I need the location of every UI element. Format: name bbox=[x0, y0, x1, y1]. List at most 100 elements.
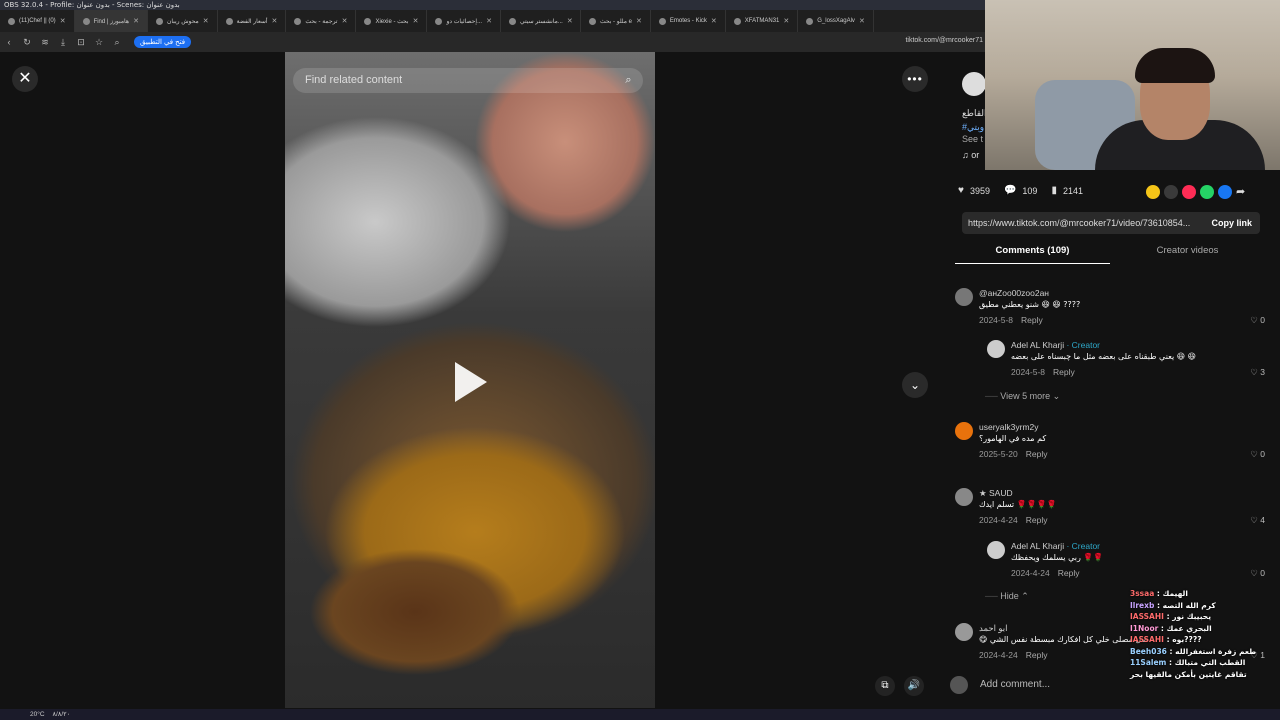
play-icon[interactable] bbox=[455, 362, 487, 402]
tab-close-icon[interactable]: ✕ bbox=[567, 17, 573, 25]
commenter-name[interactable]: @aнZoo00zoo2aн bbox=[979, 288, 1049, 298]
star-icon[interactable]: ☆ bbox=[90, 37, 108, 48]
reply-button[interactable]: Reply bbox=[1053, 367, 1075, 377]
browser-tab[interactable]: Find | هامبورز ✕ bbox=[74, 10, 148, 32]
post-link-field[interactable]: https://www.tiktok.com/@mrcooker71/video… bbox=[962, 212, 1260, 234]
comment-like[interactable]: ♡ 0 bbox=[1250, 568, 1265, 579]
extension-icon[interactable]: ⊡ bbox=[72, 37, 90, 48]
tab-close-icon[interactable]: ✕ bbox=[203, 17, 209, 25]
music-label[interactable]: ♫ or bbox=[962, 150, 979, 160]
commenter-avatar[interactable] bbox=[987, 340, 1005, 358]
share-arrow-icon[interactable]: ➦ bbox=[1236, 185, 1250, 199]
back-icon[interactable]: ‹ bbox=[0, 37, 18, 47]
tab-close-icon[interactable]: ✕ bbox=[133, 17, 139, 25]
comment-like-count: 0 bbox=[1260, 315, 1265, 325]
volume-icon[interactable]: 🔊 bbox=[904, 676, 924, 696]
reload-icon[interactable]: ↻ bbox=[18, 37, 36, 48]
hide-replies-button[interactable]: ── Hide ⌃ bbox=[985, 591, 1029, 602]
browser-tab[interactable]: أسعار الفضة ✕ bbox=[218, 10, 287, 32]
browser-tab[interactable]: محوش ريبان ✕ bbox=[148, 10, 218, 32]
commenter-name[interactable]: useryalk3yrm2y bbox=[979, 422, 1039, 432]
hashtag-link[interactable]: #وبتي bbox=[962, 122, 984, 133]
address-bar: ‹ ↻ ≋ ⤓ ⊡ ☆ ⌕ فتح في التطبيق tiktok.com/… bbox=[0, 32, 985, 52]
add-comment-input[interactable]: Add comment... bbox=[950, 672, 1140, 698]
chat-text: : كرم الله التصه bbox=[1156, 600, 1216, 610]
commenter-avatar[interactable] bbox=[987, 541, 1005, 559]
commenter-avatar[interactable] bbox=[955, 422, 973, 440]
comment-item: useryalk3yrm2y كم مده في الهامور؟ 2025-5-… bbox=[955, 422, 1265, 462]
tab-close-icon[interactable]: ✕ bbox=[711, 17, 717, 25]
comment-like[interactable]: ♡ 0 bbox=[1250, 449, 1265, 460]
chevron-down-icon[interactable]: ⌄ bbox=[902, 372, 928, 398]
embed-icon[interactable] bbox=[1164, 185, 1178, 199]
open-in-app-button[interactable]: فتح في التطبيق bbox=[134, 36, 192, 48]
browser-tab[interactable]: (11)Chef || (0) ✕ bbox=[0, 10, 75, 32]
more-icon[interactable]: ••• bbox=[902, 66, 928, 92]
browser-tab[interactable]: Xiexie - بحث ✕ bbox=[356, 10, 428, 32]
browser-tab[interactable]: إحصائيات دو... ✕ bbox=[427, 10, 501, 32]
pip-icon[interactable]: ⧉ bbox=[875, 676, 895, 696]
tab-label: Xiexie - بحث bbox=[375, 18, 409, 25]
see-translation-link[interactable]: See t bbox=[962, 134, 983, 144]
reply-button[interactable]: Reply bbox=[1058, 568, 1080, 578]
tab-creator-videos[interactable]: Creator videos bbox=[1110, 242, 1265, 264]
chat-username: 3ssaa bbox=[1130, 589, 1155, 598]
commenter-avatar[interactable] bbox=[955, 623, 973, 641]
send-icon[interactable] bbox=[1182, 185, 1196, 199]
download-icon[interactable]: ⤓ bbox=[54, 37, 72, 48]
tab-label: Emotes - Kick bbox=[669, 18, 707, 24]
tab-label: مانشستر سيتي... bbox=[519, 18, 563, 25]
comment-like-count: 0 bbox=[1260, 449, 1265, 459]
comment-icon[interactable]: 💬 bbox=[1004, 185, 1016, 196]
add-comment-placeholder: Add comment... bbox=[980, 679, 1051, 690]
copy-link-button[interactable]: Copy link bbox=[1211, 212, 1252, 234]
tab-favicon-icon bbox=[225, 17, 233, 25]
view-more-replies-button[interactable]: ── View 5 more ⌄ bbox=[985, 391, 1060, 402]
comment-like[interactable]: ♡ 4 bbox=[1250, 515, 1265, 526]
commenter-name[interactable]: ابو احمد bbox=[979, 623, 1007, 634]
browser-tab[interactable]: Emotes - Kick ✕ bbox=[651, 10, 726, 32]
close-icon[interactable]: ✕ bbox=[12, 66, 38, 92]
commenter-name[interactable]: Adel AL Kharji · Creator bbox=[1011, 340, 1100, 350]
browser-tab[interactable]: XFATMAN31 ✕ bbox=[726, 10, 799, 32]
search-icon[interactable]: ⌕ bbox=[620, 72, 637, 89]
comment-item: Adel AL Kharji · Creator ربي يسلمك ويحفظك… bbox=[987, 541, 1265, 581]
heart-icon[interactable]: ♥ bbox=[958, 185, 964, 196]
tab-comments[interactable]: Comments (109) bbox=[955, 242, 1110, 264]
browser-tab[interactable]: مللو - بحث e ✕ bbox=[581, 10, 651, 32]
comment-like[interactable]: ♡ 3 bbox=[1250, 367, 1265, 378]
zoom-icon[interactable]: ⌕ bbox=[108, 37, 126, 48]
browser-tab[interactable]: مانشستر سيتي... ✕ bbox=[501, 10, 581, 32]
settings-icon[interactable]: ≋ bbox=[36, 37, 54, 48]
creator-avatar[interactable] bbox=[962, 72, 985, 96]
comment-like[interactable]: ♡ 0 bbox=[1250, 315, 1265, 326]
tab-favicon-icon bbox=[82, 17, 90, 25]
reply-button[interactable]: Reply bbox=[1026, 515, 1048, 525]
whatsapp-icon[interactable] bbox=[1200, 185, 1214, 199]
browser-tab[interactable]: ترجمة - بحث ✕ bbox=[286, 10, 357, 32]
tab-close-icon[interactable]: ✕ bbox=[783, 17, 789, 25]
browser-tab[interactable]: G_lossXagAlv ✕ bbox=[798, 10, 874, 32]
repost-icon[interactable] bbox=[1146, 185, 1160, 199]
url-text[interactable]: tiktok.com/@mrcooker71 bbox=[905, 37, 983, 44]
reply-button[interactable]: Reply bbox=[1021, 315, 1043, 325]
tab-close-icon[interactable]: ✕ bbox=[486, 17, 492, 25]
reply-button[interactable]: Reply bbox=[1026, 449, 1048, 459]
tab-close-icon[interactable]: ✕ bbox=[859, 17, 865, 25]
heart-outline-icon: ♡ bbox=[1250, 315, 1261, 325]
commenter-name[interactable]: Adel AL Kharji · Creator bbox=[1011, 541, 1100, 551]
commenter-name[interactable]: ★ SAUD bbox=[979, 488, 1013, 499]
tab-close-icon[interactable]: ✕ bbox=[413, 17, 419, 25]
bookmark-icon[interactable]: ▮ bbox=[1051, 185, 1057, 196]
commenter-avatar[interactable] bbox=[955, 288, 973, 306]
tab-label: XFATMAN31 bbox=[744, 18, 780, 24]
facebook-icon[interactable] bbox=[1218, 185, 1232, 199]
reply-button[interactable]: Reply bbox=[1026, 650, 1048, 660]
tab-close-icon[interactable]: ✕ bbox=[342, 17, 348, 25]
search-input[interactable]: Find related content ⌕ bbox=[293, 68, 643, 93]
commenter-avatar[interactable] bbox=[955, 488, 973, 506]
tab-favicon-icon bbox=[294, 17, 302, 25]
tab-close-icon[interactable]: ✕ bbox=[636, 17, 642, 25]
tab-close-icon[interactable]: ✕ bbox=[60, 17, 66, 25]
tab-close-icon[interactable]: ✕ bbox=[272, 17, 278, 25]
